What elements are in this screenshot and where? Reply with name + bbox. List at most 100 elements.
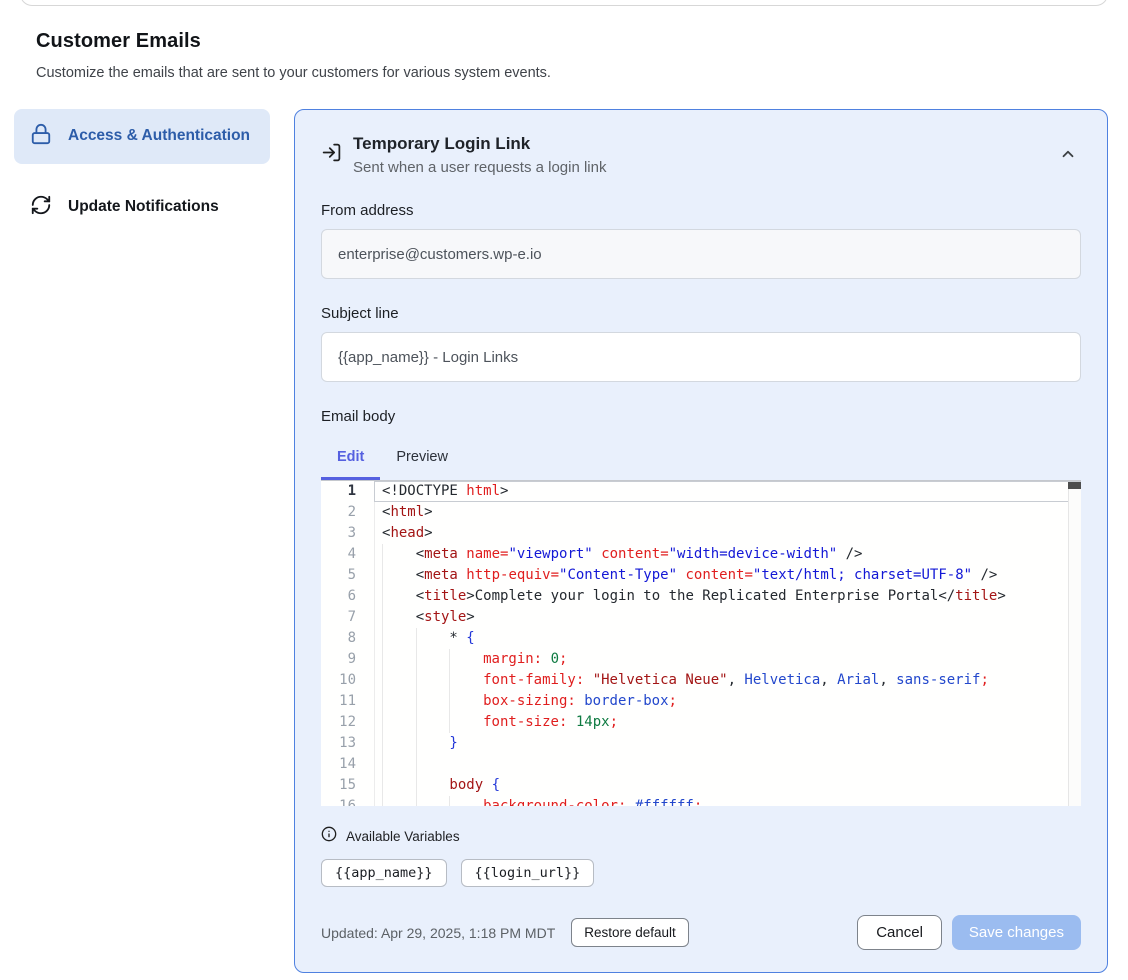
code-text: * { [449, 628, 474, 649]
code-text: } [449, 733, 457, 754]
code-text: <meta http-equiv="Content-Type" content=… [416, 565, 998, 586]
page: Customer Emails Customize the emails tha… [0, 0, 1128, 980]
indent-guide [416, 754, 450, 775]
code-text: margin: 0; [483, 649, 567, 670]
code-line-12[interactable]: 12font-size: 14px; [321, 712, 1081, 733]
code-line-8[interactable]: 8 * { [321, 628, 1081, 649]
line-number: 16 [330, 796, 356, 806]
subject-line-input[interactable] [321, 332, 1081, 382]
line-number: 5 [330, 565, 356, 586]
code-line-7[interactable]: 7 <style> [321, 607, 1081, 628]
indent-guide [382, 775, 416, 796]
indent-guide [416, 796, 450, 806]
collapse-button[interactable] [1055, 141, 1081, 170]
code-line-11[interactable]: 11 box-sizing: border-box; [321, 691, 1081, 712]
sidebar-item-label: Access & Authentication [68, 124, 250, 148]
code-line-15[interactable]: 15 body { [321, 775, 1081, 796]
indent-guide [382, 586, 416, 607]
sidebar-item-label: Update Notifications [68, 195, 219, 219]
indent-guide [382, 649, 416, 670]
code-line-1[interactable]: 1 <!DOCTYPE html> [321, 481, 1081, 502]
sidebar: Access & Authentication Update Notificat… [14, 109, 270, 973]
code-line-13[interactable]: 13} [321, 733, 1081, 754]
line-number: 15 [330, 775, 356, 796]
code-text: <meta name="viewport" content="width=dev… [416, 544, 863, 565]
card-title: Temporary Login Link [353, 134, 606, 154]
tab-edit[interactable]: Edit [321, 439, 380, 480]
restore-default-button[interactable]: Restore default [571, 918, 689, 947]
code-line-3[interactable]: 3<head> [321, 523, 1081, 544]
card-header: Temporary Login Link Sent when a user re… [321, 134, 1081, 176]
code-line-10[interactable]: 10 font-family: "Helvetica Neue", Helveti… [321, 670, 1081, 691]
email-body-label: Email body [321, 408, 1081, 425]
variable-chip[interactable]: {{login_url}} [461, 859, 595, 887]
code-text: font-family: "Helvetica Neue", Helvetica… [483, 670, 989, 691]
line-number: 6 [330, 586, 356, 607]
variable-chip[interactable]: {{app_name}} [321, 859, 447, 887]
code-text: <head> [382, 523, 433, 544]
line-number: 4 [330, 544, 356, 565]
sidebar-item-update-notifications[interactable]: Update Notifications [14, 180, 270, 235]
code-lines: 1 <!DOCTYPE html> 2 <html>3<head>4 <meta nam… [321, 481, 1081, 806]
indent-guide [416, 649, 450, 670]
indent-guide [416, 628, 450, 649]
previous-card-edge [20, 0, 1108, 6]
indent-guide [449, 649, 483, 670]
editor-scrollbar-track[interactable] [1068, 482, 1081, 806]
tab-preview[interactable]: Preview [380, 439, 464, 480]
code-line-2[interactable]: 2 <html> [321, 502, 1081, 523]
code-line-5[interactable]: 5 <meta http-equiv="Content-Type" content… [321, 565, 1081, 586]
code-line-4[interactable]: 4 <meta name="viewport" content="width=de… [321, 544, 1081, 565]
code-text: body { [449, 775, 500, 796]
save-changes-button[interactable]: Save changes [952, 915, 1081, 950]
email-body-tabs: EditPreview [321, 439, 1081, 480]
indent-guide [382, 565, 416, 586]
code-text: <html> [382, 502, 433, 523]
email-template-card: Temporary Login Link Sent when a user re… [294, 109, 1108, 973]
info-icon [321, 826, 337, 847]
indent-guide [416, 670, 450, 691]
subject-line-label: Subject line [321, 305, 1081, 322]
line-number: 10 [330, 670, 356, 691]
code-line-6[interactable]: 6 <title>Complete your login to the Repli… [321, 586, 1081, 607]
cancel-button[interactable]: Cancel [857, 915, 942, 950]
code-line-16[interactable]: 16background-color: #ffffff; [321, 796, 1081, 806]
indent-guide [382, 712, 416, 733]
indent-guide [416, 733, 450, 754]
from-address-input[interactable] [321, 229, 1081, 279]
code-editor[interactable]: 1 <!DOCTYPE html> 2 <html>3<head>4 <meta nam… [321, 480, 1081, 806]
page-title: Customer Emails [36, 30, 1092, 53]
code-line-14[interactable]: 14 [321, 754, 1081, 775]
log-in-icon [321, 142, 342, 168]
line-number: 8 [330, 628, 356, 649]
chevron-up-icon [1059, 151, 1077, 166]
code-line-9[interactable]: 9 margin: 0; [321, 649, 1081, 670]
variable-chips: {{app_name}} {{login_url}} [321, 859, 1081, 887]
line-number: 2 [330, 502, 356, 523]
page-header: Customer Emails Customize the emails tha… [0, 0, 1128, 81]
code-text: <style> [416, 607, 475, 628]
indent-guide [382, 544, 416, 565]
sidebar-item-access-authentication[interactable]: Access & Authentication [14, 109, 270, 164]
line-number: 7 [330, 607, 356, 628]
indent-guide [382, 691, 416, 712]
indent-guide [382, 628, 416, 649]
refresh-icon [30, 194, 52, 221]
code-text: box-sizing: border-box; [483, 691, 677, 712]
indent-guide [449, 796, 483, 806]
editor-scrollbar-thumb[interactable] [1068, 482, 1081, 489]
line-number: 9 [330, 649, 356, 670]
indent-guide [449, 712, 483, 733]
indent-guide [382, 754, 416, 775]
available-variables-row: Available Variables [321, 826, 1081, 847]
updated-timestamp: Updated: Apr 29, 2025, 1:18 PM MDT [321, 925, 555, 941]
lock-icon [30, 123, 52, 150]
line-number: 11 [330, 691, 356, 712]
line-number: 13 [330, 733, 356, 754]
from-address-label: From address [321, 202, 1081, 219]
indent-guide [382, 607, 416, 628]
card-header-text: Temporary Login Link Sent when a user re… [353, 134, 606, 176]
code-text: <!DOCTYPE html> [382, 481, 508, 502]
line-number: 1 [330, 481, 356, 502]
code-text: <title>Complete your login to the Replic… [416, 586, 1006, 607]
